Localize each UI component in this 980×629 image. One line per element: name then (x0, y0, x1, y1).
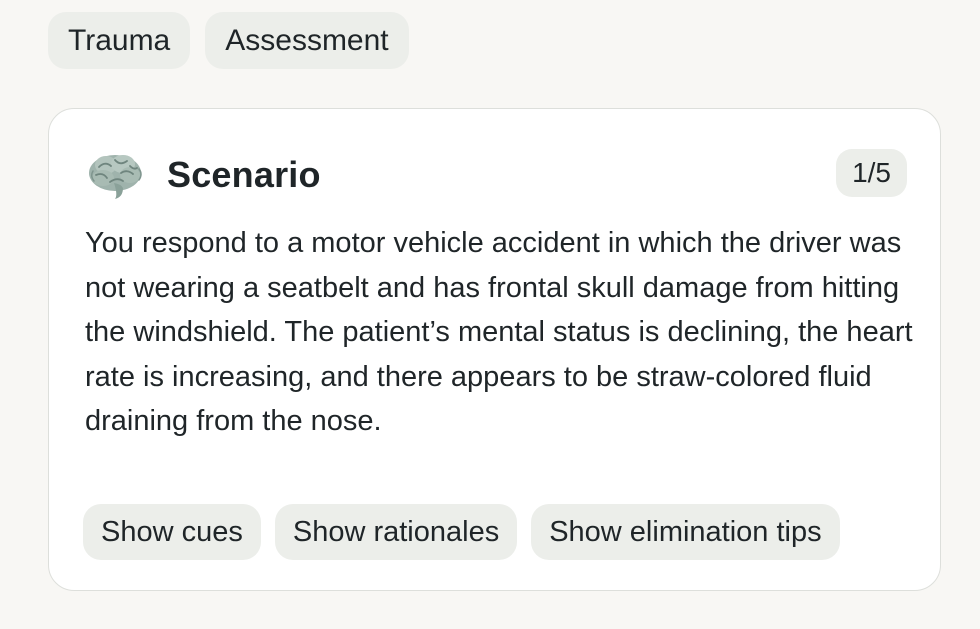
card-header: Scenario 1/5 (85, 149, 907, 199)
scenario-text: You respond to a motor vehicle accident … (85, 227, 913, 437)
tag-list: Trauma Assessment (48, 12, 409, 69)
card-title: Scenario (167, 154, 321, 195)
show-rationales-button[interactable]: Show rationales (274, 504, 518, 560)
brain-icon (89, 155, 142, 199)
show-elimination-tips-button[interactable]: Show elimination tips (531, 504, 840, 560)
tag-trauma[interactable]: Trauma (48, 12, 191, 69)
show-cues-button[interactable]: Show cues (83, 504, 261, 560)
question-counter: 1/5 (836, 149, 907, 197)
tag-assessment[interactable]: Assessment (205, 12, 409, 69)
scenario-card: Scenario 1/5 You respond to a motor vehi… (48, 108, 941, 591)
action-buttons: Show cues Show rationales Show eliminati… (83, 504, 840, 560)
